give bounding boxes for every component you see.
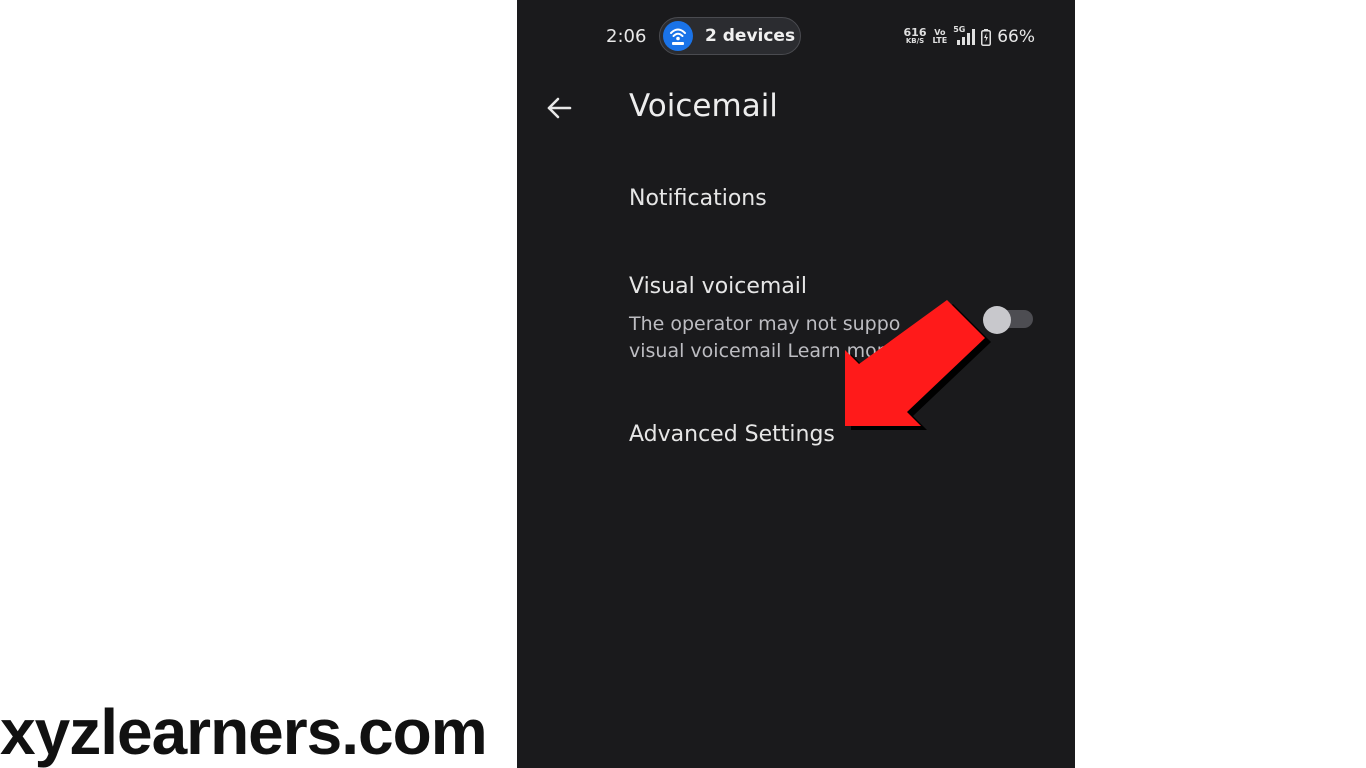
red-arrow-icon (845, 300, 991, 430)
status-icons: 616 KB/S Vo LTE 5G 66% (903, 25, 1035, 48)
network-speed: 616 KB/S (903, 26, 927, 46)
devices-chip[interactable]: 2 devices (659, 17, 801, 55)
hotspot-icon (663, 21, 693, 51)
network-speed-value: 616 (903, 26, 927, 39)
signal-icon: 5G (953, 25, 976, 47)
network-speed-unit: KB/S (905, 37, 925, 45)
status-time: 2:06 (606, 26, 647, 47)
phone-screen: 2:06 2 devices 616 KB/S Vo LTE 5G 66% Vo… (517, 0, 1075, 768)
advanced-settings-item[interactable]: Advanced Settings (629, 422, 835, 447)
battery-icon (981, 28, 992, 46)
arrow-left-icon[interactable] (543, 92, 575, 124)
devices-chip-label: 2 devices (705, 26, 796, 46)
battery-percent: 66% (997, 27, 1035, 47)
visual-voicemail-label[interactable]: Visual voicemail (629, 274, 807, 299)
page-title: Voicemail (629, 88, 778, 124)
notifications-item[interactable]: Notifications (629, 186, 767, 211)
watermark-text: xyzlearners.com (0, 696, 488, 768)
volte-bottom: LTE (932, 36, 948, 45)
volte-indicator: Vo LTE (933, 29, 948, 45)
